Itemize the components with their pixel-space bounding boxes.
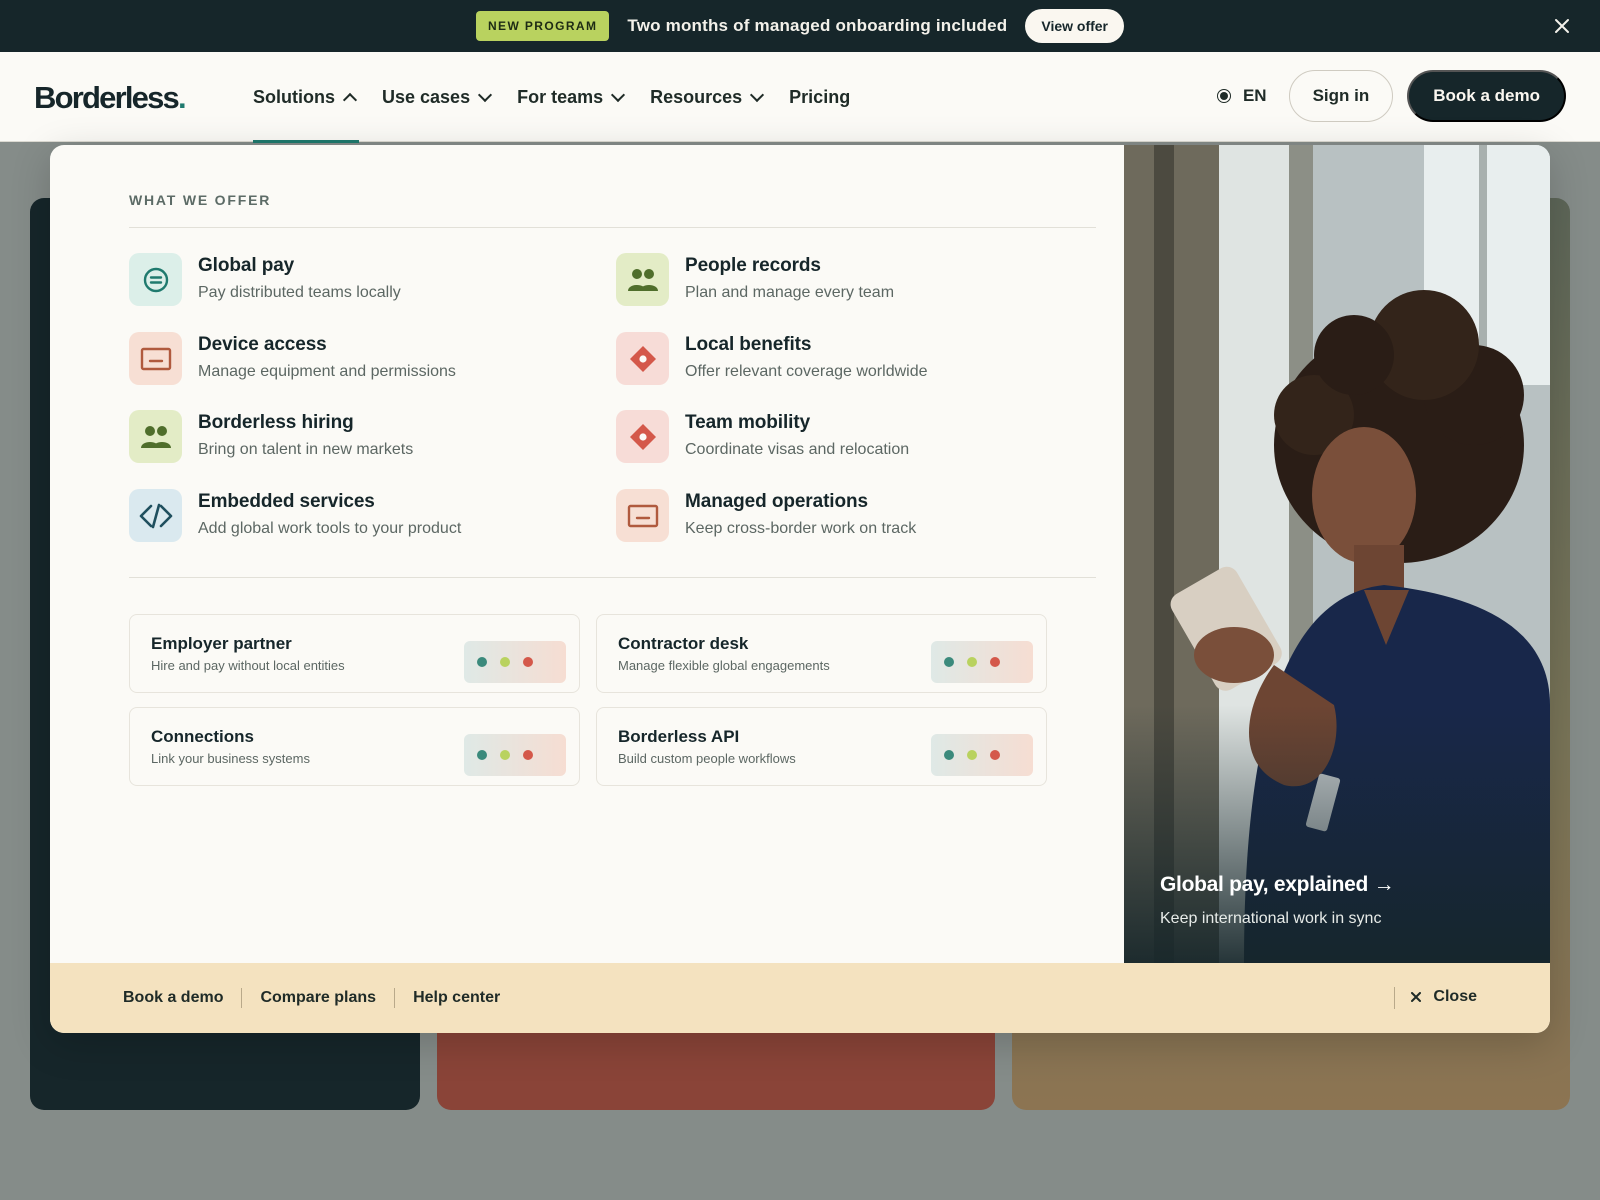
device-icon: [129, 332, 182, 385]
status-dots: [464, 734, 566, 776]
divider: [129, 227, 1096, 228]
device-icon: [616, 489, 669, 542]
offer-description: Offer relevant coverage worldwide: [685, 363, 928, 380]
offer-device-access[interactable]: Device access Manage equipment and permis…: [129, 332, 569, 386]
mega-menu-footer: Book a demo Compare plans Help center Cl…: [50, 963, 1550, 1033]
nav-item-resources[interactable]: Resources: [650, 52, 765, 142]
solutions-mega-menu: WHAT WE OFFER Global pay Pay distributed …: [50, 145, 1550, 1033]
status-dots: [931, 641, 1033, 683]
nav-actions: EN Sign in Book a demo: [1216, 70, 1566, 122]
section-eyebrow: WHAT WE OFFER: [129, 192, 272, 208]
people-icon: [616, 253, 669, 306]
offer-title: Borderless hiring: [198, 412, 354, 433]
footer-compare-plans-link[interactable]: Compare plans: [260, 989, 376, 1007]
nav-item-solutions[interactable]: Solutions: [253, 52, 359, 143]
close-icon: [1411, 992, 1422, 1002]
divider: [394, 988, 396, 1008]
announcement-bar: NEW PROGRAM Two months of managed onboar…: [0, 0, 1600, 52]
diamond-icon: [616, 410, 669, 463]
language-radio-icon: [1216, 89, 1231, 103]
people-icon: [129, 410, 182, 463]
close-icon[interactable]: [1552, 16, 1572, 36]
feature-title: Global pay, explained →: [1160, 873, 1395, 896]
chevron-up-icon: [342, 92, 358, 107]
footer-book-demo-link[interactable]: Book a demo: [123, 989, 223, 1007]
nav-item-use-cases[interactable]: Use cases: [382, 52, 493, 142]
offer-local-benefits[interactable]: Local benefits Offer relevant coverage wo…: [616, 332, 1056, 386]
offer-borderless-hiring[interactable]: Borderless hiring Bring on talent in new …: [129, 410, 569, 464]
offer-title: People records: [685, 255, 821, 276]
announcement-message: Two months of managed onboarding include…: [627, 16, 1008, 35]
divider: [1394, 987, 1395, 1009]
status-dots: [464, 641, 566, 683]
view-offer-button[interactable]: View offer: [1025, 9, 1125, 43]
global-pay-icon: [129, 253, 182, 306]
footer-help-center-link[interactable]: Help center: [413, 989, 500, 1007]
book-demo-button[interactable]: Book a demo: [1407, 70, 1566, 122]
offer-team-mobility[interactable]: Team mobility Coordinate visas and reloca…: [616, 410, 1056, 464]
chevron-down-icon: [478, 87, 493, 102]
top-navigation: Borderless. Solutions Use cases For team…: [0, 52, 1600, 143]
feature-caption[interactable]: Global pay, explained → Keep internation…: [1160, 873, 1395, 928]
card-borderless-api[interactable]: Borderless API Build custom people workf…: [596, 707, 1047, 786]
offer-title: Local benefits: [685, 334, 812, 355]
offer-title: Team mobility: [685, 412, 811, 433]
sign-in-button[interactable]: Sign in: [1288, 70, 1394, 122]
program-badge: NEW PROGRAM: [475, 11, 610, 41]
offer-description: Keep cross-border work on track: [685, 520, 917, 537]
offer-description: Bring on talent in new markets: [198, 441, 414, 458]
offer-global-pay[interactable]: Global pay Pay distributed teams locally: [129, 253, 569, 307]
offer-description: Coordinate visas and relocation: [685, 441, 910, 458]
main-menu: Solutions Use cases For teams Resources …: [253, 52, 877, 143]
nav-item-pricing[interactable]: Pricing: [789, 52, 850, 142]
offer-description: Add global work tools to your product: [198, 520, 462, 537]
offer-description: Manage equipment and permissions: [198, 363, 456, 380]
offer-description: Pay distributed teams locally: [198, 284, 401, 301]
close-menu-button[interactable]: Close: [1411, 988, 1477, 1006]
offer-title: Global pay: [198, 255, 295, 276]
brand-logo[interactable]: Borderless.: [34, 80, 187, 116]
offer-description: Plan and manage every team: [685, 284, 895, 301]
divider: [129, 577, 1096, 578]
card-connections[interactable]: Connections Link your business systems: [129, 707, 580, 786]
language-selector[interactable]: EN: [1216, 86, 1267, 106]
card-employer-partner[interactable]: Employer partner Hire and pay without lo…: [129, 614, 580, 693]
offer-list-area: WHAT WE OFFER Global pay Pay distributed …: [50, 145, 1124, 963]
chevron-down-icon: [750, 87, 765, 102]
offer-title: Embedded services: [198, 491, 375, 512]
divider: [241, 988, 243, 1008]
nav-item-for-teams[interactable]: For teams: [517, 52, 626, 142]
feature-photo[interactable]: Global pay, explained → Keep internation…: [1124, 145, 1550, 963]
chevron-down-icon: [611, 87, 626, 102]
offer-embedded-services[interactable]: Embedded services Add global work tools t…: [129, 489, 569, 543]
offer-managed-operations[interactable]: Managed operations Keep cross-border work…: [616, 489, 1056, 543]
diamond-icon: [616, 332, 669, 385]
woman-with-phone-illustration: [1124, 145, 1550, 963]
card-contractor-desk[interactable]: Contractor desk Manage flexible global e…: [596, 614, 1047, 693]
offer-people-records[interactable]: People records Plan and manage every team: [616, 253, 1056, 307]
offer-title: Device access: [198, 334, 327, 355]
offer-title: Managed operations: [685, 491, 868, 512]
status-dots: [931, 734, 1033, 776]
feature-subtitle: Keep international work in sync: [1160, 910, 1382, 927]
code-icon: [129, 489, 182, 542]
